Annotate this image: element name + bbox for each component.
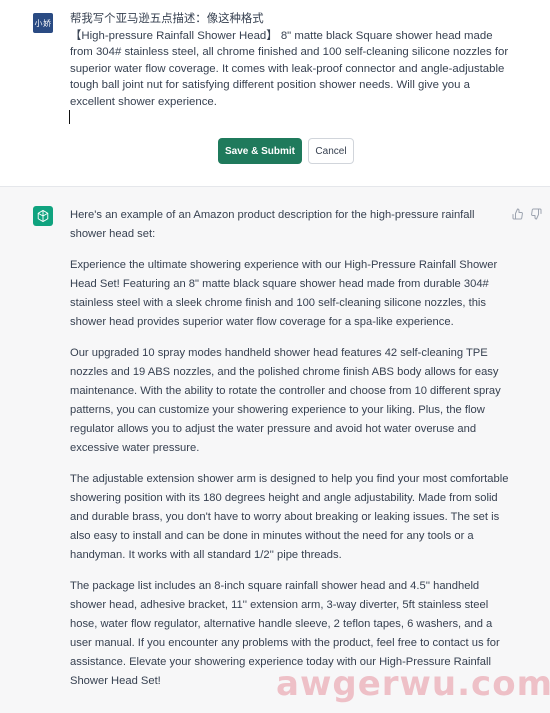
feedback-buttons <box>512 207 542 220</box>
chatgpt-logo-icon <box>33 206 53 226</box>
user-avatar: 小娇 <box>33 13 53 33</box>
edit-button-row: Save & Submit Cancel <box>0 138 550 164</box>
response-paragraph: Experience the ultimate showering experi… <box>70 259 498 328</box>
message-edit-textarea[interactable]: 帮我写个亚马逊五点描述：像这种格式 【High-pressure Rainfal… <box>70 11 510 110</box>
assistant-response: Here's an example of an Amazon product d… <box>70 206 510 703</box>
thumbs-down-icon[interactable] <box>530 207 542 220</box>
user-message-line-2: 【High-pressure Rainfall Shower Head】 8" … <box>70 29 509 108</box>
response-paragraph: Our upgraded 10 spray modes handheld sho… <box>70 347 501 454</box>
assistant-message-block: Here's an example of an Amazon product d… <box>0 187 550 713</box>
response-paragraph: The adjustable extension shower arm is d… <box>70 473 509 561</box>
response-paragraph: The package list includes an 8-inch squa… <box>70 580 500 687</box>
save-submit-button[interactable]: Save & Submit <box>218 138 302 164</box>
user-message-block: 小娇 帮我写个亚马逊五点描述：像这种格式 【High-pressure Rain… <box>0 0 550 187</box>
cancel-button[interactable]: Cancel <box>308 138 354 164</box>
user-message-line-1: 帮我写个亚马逊五点描述：像这种格式 <box>70 13 264 25</box>
text-caret <box>69 110 70 124</box>
response-paragraph: Here's an example of an Amazon product d… <box>70 209 475 240</box>
thumbs-up-icon[interactable] <box>512 207 524 220</box>
